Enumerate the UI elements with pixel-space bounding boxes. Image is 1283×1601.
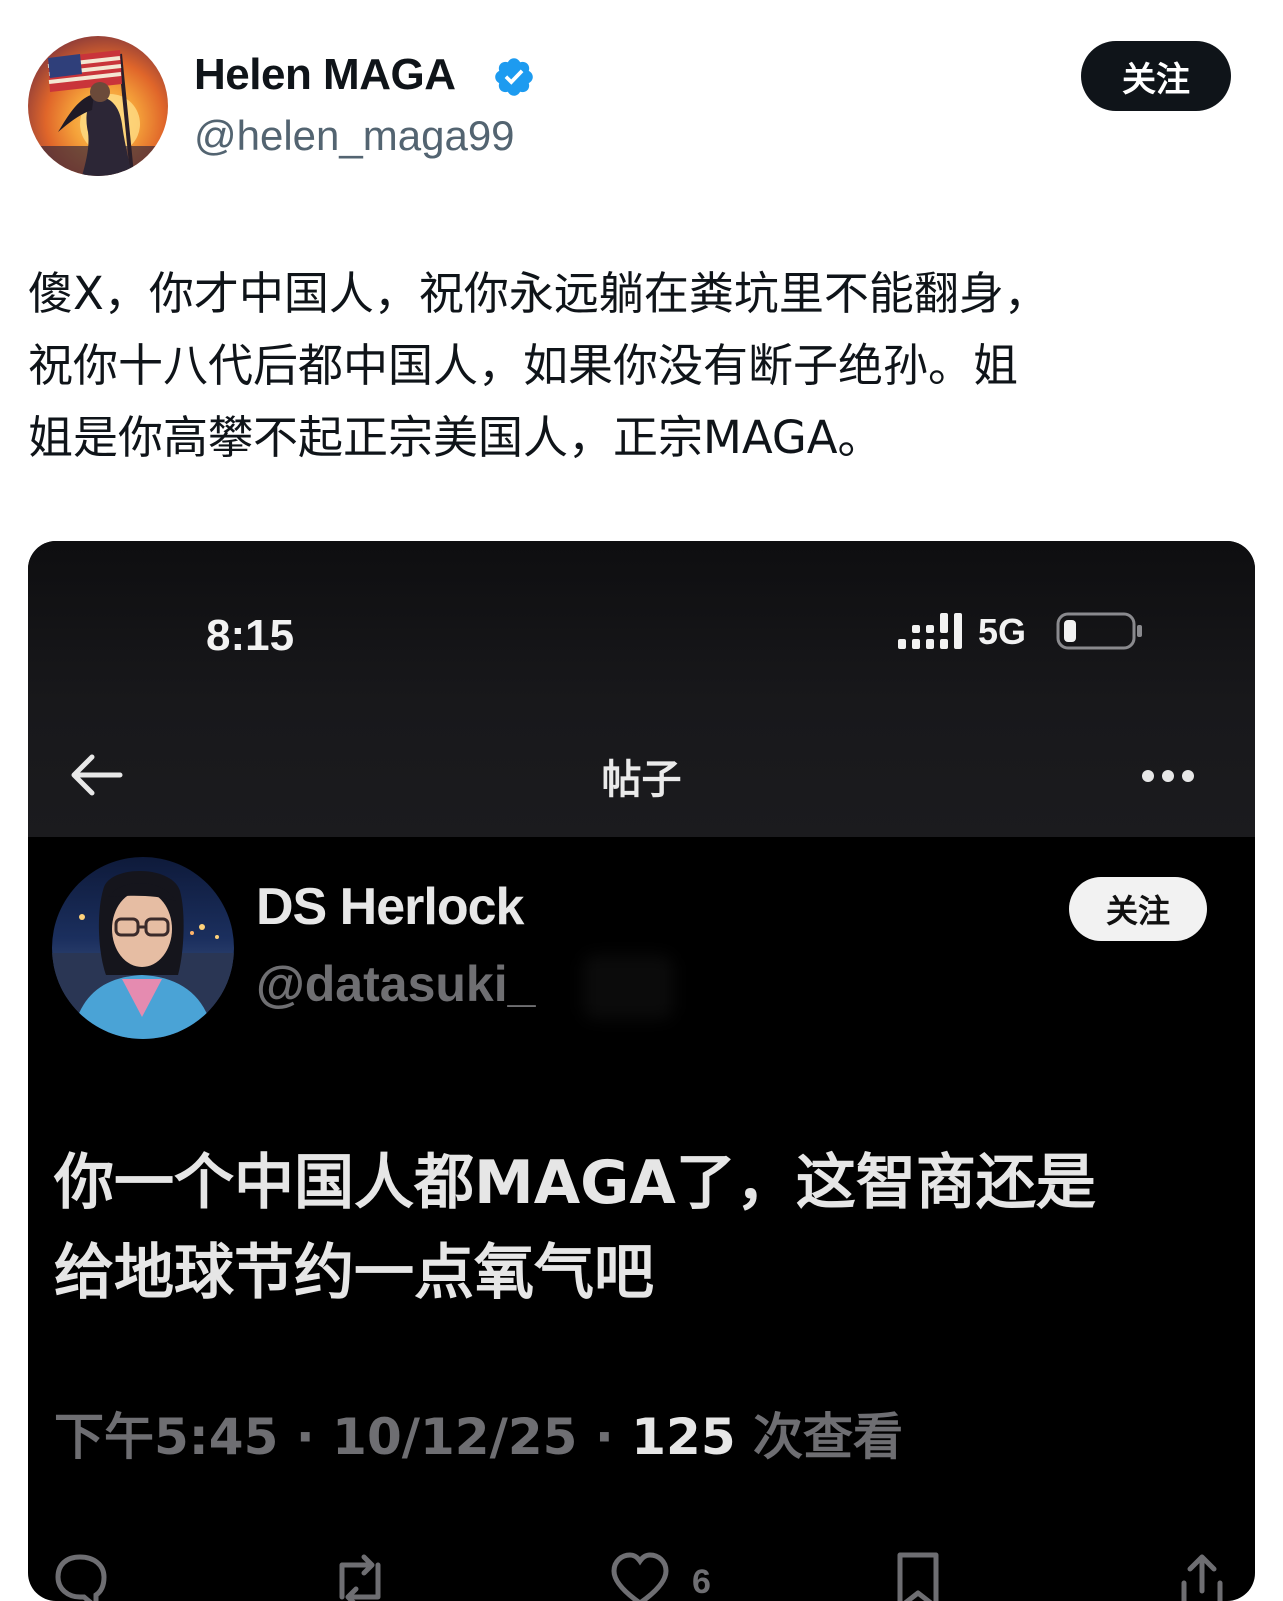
- quoted-author-handle[interactable]: @datasuki_: [256, 955, 535, 1013]
- reply-icon[interactable]: [52, 1551, 108, 1601]
- bookmark-icon[interactable]: [894, 1551, 942, 1601]
- status-bar-network: 5G: [978, 611, 1027, 652]
- quoted-follow-button[interactable]: 关注: [1069, 877, 1207, 941]
- author-display-name[interactable]: Helen MAGA: [194, 50, 456, 100]
- quoted-author-avatar[interactable]: [52, 857, 234, 1039]
- quoted-post-text: 你一个中国人都MAGA了，这智商还是 给地球节约一点氧气吧: [54, 1148, 1096, 1308]
- quoted-post-views-label: 次查看: [735, 1408, 904, 1466]
- repost-icon[interactable]: [328, 1551, 392, 1601]
- verified-badge-icon: [495, 58, 533, 96]
- battery-icon: [1056, 612, 1142, 650]
- like-heart-icon[interactable]: [610, 1551, 670, 1601]
- quoted-post-views-count: 125: [631, 1408, 736, 1466]
- author-avatar[interactable]: [28, 36, 168, 176]
- follow-button[interactable]: 关注: [1081, 41, 1231, 111]
- share-icon[interactable]: [1178, 1551, 1226, 1601]
- likes-count: 6: [692, 1563, 711, 1601]
- attached-screenshot[interactable]: 8:15 5G 帖子 DS Herlock @datasuki_ 关注 你一个中…: [28, 541, 1255, 1601]
- signal-strength-icon: [898, 613, 962, 649]
- status-bar-time: 8:15: [206, 611, 295, 660]
- more-options-icon[interactable]: [1140, 766, 1196, 786]
- post-text: 傻X，你才中国人，祝你永远躺在粪坑里不能翻身， 祝你十八代后都中国人，如果你没有…: [28, 267, 1049, 464]
- quoted-post-time-date: 下午5:45 · 10/12/25 ·: [54, 1408, 632, 1466]
- quoted-author-display-name[interactable]: DS Herlock: [256, 877, 524, 937]
- handle-redaction-blur: [583, 955, 673, 1019]
- nav-title: 帖子: [601, 757, 682, 803]
- author-handle[interactable]: @helen_maga99: [194, 112, 515, 160]
- quoted-post-meta: 下午5:45 · 10/12/25 · 125 次查看: [54, 1397, 903, 1469]
